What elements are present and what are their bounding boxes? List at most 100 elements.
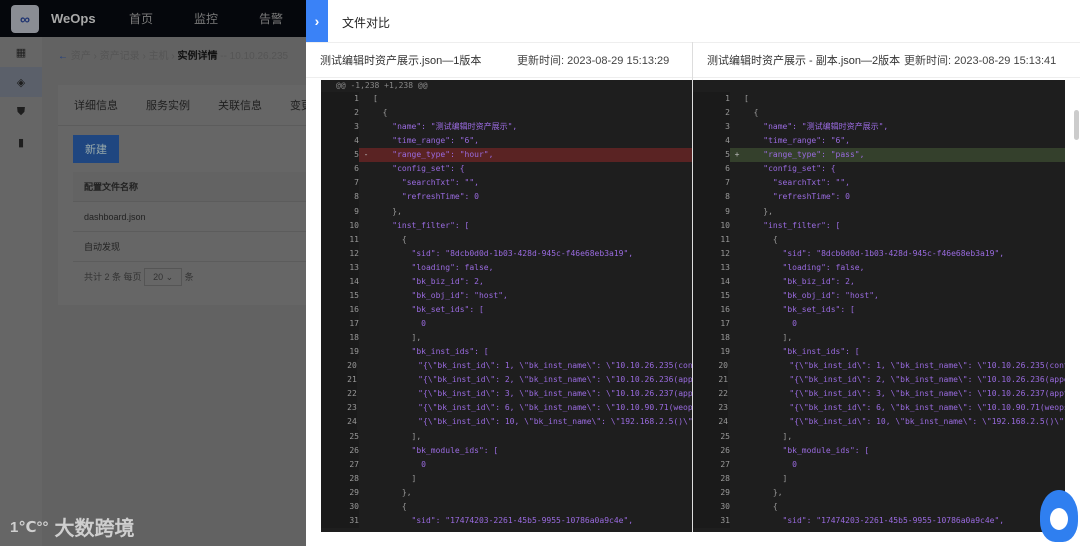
line-number: 5 [692,148,730,163]
code-text: ], [744,431,793,441]
code-text: "{\"bk_inst_id\": 6, \"bk_inst_name\": \… [741,403,1065,413]
nav-alert[interactable]: 告警 [259,10,306,27]
diff-marker [359,331,373,345]
left-file-header: 测试编辑时资产展示.json—1版本 更新时间: 2023-08-29 15:1… [306,42,692,78]
code-text: }, [373,487,412,497]
left-updated-time: 2023-08-29 15:13:29 [567,55,670,67]
code-text: "bk_biz_id": 2, [744,276,855,286]
breadcrumb-suffix: -- 10.10.26.235 [220,51,289,62]
diff-marker [728,401,741,415]
breadcrumb: ← 资产 › 资产记录 › 主机 › 实例详情 -- 10.10.26.235 [58,51,289,62]
line-number: 23 [692,401,728,416]
code-text: }, [744,487,783,497]
diff-marker [359,176,373,190]
table-header: 配置文件名称 [73,172,306,202]
background-page: ∞ WeOps 首页 监控 告警 ▦ ◈ ⛊ ▮ ← 资产 › 资产记录 › 主… [0,0,306,546]
nav-home[interactable]: 首页 [129,10,194,27]
line-number: 20 [321,359,357,374]
diff-marker [357,415,370,429]
code-line: 3 "name": "测试编辑时资产展示", [692,120,1065,135]
code-text: "searchTxt": "", [744,178,850,188]
layers-icon[interactable]: ◈ [0,67,42,97]
diff-marker [728,387,741,401]
diff-marker [730,331,744,345]
code-line: 2 { [692,106,1065,121]
code-text: "sid": "17474203-2261-45b5-9955-10786a0a… [744,515,1005,525]
diff-marker [359,134,373,148]
tab-service-instances[interactable]: 服务实例 [146,97,190,113]
line-number: 16 [692,302,730,317]
diff-marker [357,373,370,387]
code-text: "bk_module_ids": [ [744,445,870,455]
back-arrow-icon[interactable]: ← [58,51,68,62]
grid-icon[interactable]: ▦ [0,37,42,67]
code-line: 31 "sid": "17474203-2261-45b5-9955-10786… [692,513,1065,528]
shield-icon[interactable]: ⛊ [0,97,42,127]
code-text: }, [744,206,773,216]
line-number: 18 [692,331,730,346]
line-number: 15 [321,288,359,303]
collapse-drawer-button[interactable]: › [306,0,328,42]
scrollbar[interactable] [1074,110,1079,140]
diff-marker [730,176,744,190]
code-text: ], [373,431,422,441]
breadcrumb-item[interactable]: 主机 [149,51,169,62]
line-number: 29 [321,485,359,500]
nav-monitor[interactable]: 监控 [194,10,259,27]
left-code-pane[interactable]: @@ -1,238 +1,238 @@ 1[2 {3 "name": "测试编辑… [321,80,692,532]
bookmark-icon[interactable]: ▮ [0,127,42,157]
code-line: 6 "config_set": { [692,162,1065,177]
code-text: "bk_inst_ids": [ [373,347,489,357]
breadcrumb-item[interactable]: 资产记录 [100,51,140,62]
line-number: 21 [321,373,357,388]
mascot-icon [1040,490,1078,542]
code-line: 23 "{\"bk_inst_id\": 6, \"bk_inst_name\"… [321,401,692,416]
per-page-value: 20 [153,272,164,282]
code-line: 30 { [692,499,1065,514]
code-line: 17 0 [692,317,1065,332]
diff-marker [730,190,744,204]
tab-relations[interactable]: 关联信息 [218,97,262,113]
code-text: "range_type": "hour", [373,150,494,160]
per-page-select[interactable]: 20 ⌄ [144,268,183,286]
code-line: 20 "{\"bk_inst_id\": 1, \"bk_inst_name\"… [692,359,1065,374]
breadcrumb-item[interactable]: 资产 [71,51,91,62]
code-text: "sid": "17474203-2261-45b5-9955-10786a0a… [373,515,634,525]
code-line: 27 0 [321,457,692,472]
code-text: 0 [373,319,426,328]
table-row[interactable]: 自动发现 [73,232,306,262]
code-line: 12 "sid": "8dcb0d0d-1b03-428d-945c-f46e6… [321,246,692,261]
code-text: "inst_filter": [ [373,220,470,230]
table-row[interactable]: dashboard.json [73,202,306,232]
tab-changes[interactable]: 变更 [290,97,306,113]
diff-marker [357,359,370,373]
line-number: 28 [321,471,359,486]
code-line: 19 "bk_inst_ids": [ [692,345,1065,360]
line-number: 7 [692,176,730,191]
line-number: 26 [321,443,359,458]
line-number: 3 [692,120,730,135]
line-number: 2 [321,106,359,121]
code-line: 11 { [321,232,692,247]
code-text: "name": "测试编辑时资产展示", [373,122,518,132]
new-button[interactable]: 新建 [73,135,119,163]
code-line: 9 }, [321,204,692,219]
line-number: 18 [321,331,359,346]
code-line: 16 "bk_set_ids": [ [321,302,692,317]
line-number: 6 [692,162,730,177]
line-number: 29 [692,485,730,500]
line-number: 17 [321,317,359,332]
drawer-title: 文件对比 [342,16,391,30]
tab-details[interactable]: 详细信息 [74,97,118,113]
right-code-pane[interactable]: 1[2 {3 "name": "测试编辑时资产展示", 4 "time_range… [692,80,1065,532]
line-number: 23 [321,401,357,416]
diff-marker [730,134,744,148]
code-text: 0 [744,319,797,328]
pagination-total: 共计 2 条 [84,272,122,282]
per-page-label: 每页 [123,272,142,282]
diff-marker [359,106,373,120]
code-line: 5- "range_type": "hour", [321,148,692,163]
diff-marker [730,233,744,247]
line-number: 19 [692,345,730,360]
code-line: 1[ [321,92,692,107]
